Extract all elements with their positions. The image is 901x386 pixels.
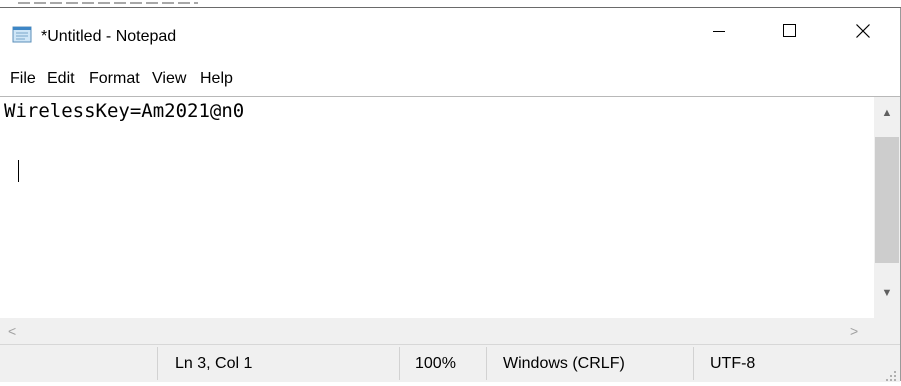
menu-edit[interactable]: Edit bbox=[45, 70, 77, 88]
status-divider bbox=[693, 347, 694, 380]
menu-bar: File Edit Format View Help bbox=[0, 66, 900, 96]
vertical-scrollbar[interactable]: ▲ ▼ bbox=[874, 96, 900, 319]
menu-file[interactable]: File bbox=[8, 70, 38, 88]
vertical-scroll-thumb[interactable] bbox=[875, 137, 899, 263]
maximize-icon bbox=[782, 24, 796, 42]
horizontal-scrollbar[interactable]: < > bbox=[0, 318, 874, 344]
status-divider bbox=[399, 347, 400, 380]
scroll-right-arrow-icon[interactable]: > bbox=[850, 323, 858, 339]
text-editor[interactable]: WirelessKey=Am2021@n0 bbox=[0, 96, 874, 319]
menu-help[interactable]: Help bbox=[198, 70, 235, 88]
maximize-button[interactable] bbox=[760, 8, 818, 58]
status-zoom: 100% bbox=[415, 355, 456, 372]
background-window-edge bbox=[0, 0, 901, 8]
status-divider bbox=[486, 347, 487, 380]
text-caret bbox=[18, 160, 19, 182]
close-icon bbox=[856, 23, 870, 43]
notepad-window: *Untitled - Notepad File Edit Format Vie… bbox=[0, 8, 901, 382]
menu-format[interactable]: Format bbox=[87, 70, 142, 88]
status-cursor-position: Ln 3, Col 1 bbox=[175, 355, 253, 372]
scroll-up-arrow-icon[interactable]: ▲ bbox=[874, 107, 900, 119]
resize-grip-icon[interactable] bbox=[886, 368, 896, 381]
status-bar: Ln 3, Col 1 100% Windows (CRLF) UTF-8 bbox=[0, 344, 900, 382]
notepad-icon[interactable] bbox=[12, 26, 32, 43]
background-text-fragment bbox=[18, 2, 198, 4]
editor-line-1: WirelessKey=Am2021@n0 bbox=[4, 100, 245, 122]
title-bar[interactable]: *Untitled - Notepad bbox=[0, 8, 900, 62]
minimize-button[interactable] bbox=[690, 8, 748, 58]
scrollbar-corner bbox=[874, 318, 900, 344]
status-divider bbox=[157, 347, 158, 380]
status-encoding: UTF-8 bbox=[710, 355, 756, 372]
menu-view[interactable]: View bbox=[150, 70, 188, 88]
close-button[interactable] bbox=[834, 8, 892, 58]
scroll-down-arrow-icon[interactable]: ▼ bbox=[874, 287, 900, 299]
status-line-endings: Windows (CRLF) bbox=[503, 355, 625, 372]
scroll-left-arrow-icon[interactable]: < bbox=[8, 323, 16, 339]
minimize-icon bbox=[713, 24, 725, 42]
window-title: *Untitled - Notepad bbox=[41, 28, 177, 45]
